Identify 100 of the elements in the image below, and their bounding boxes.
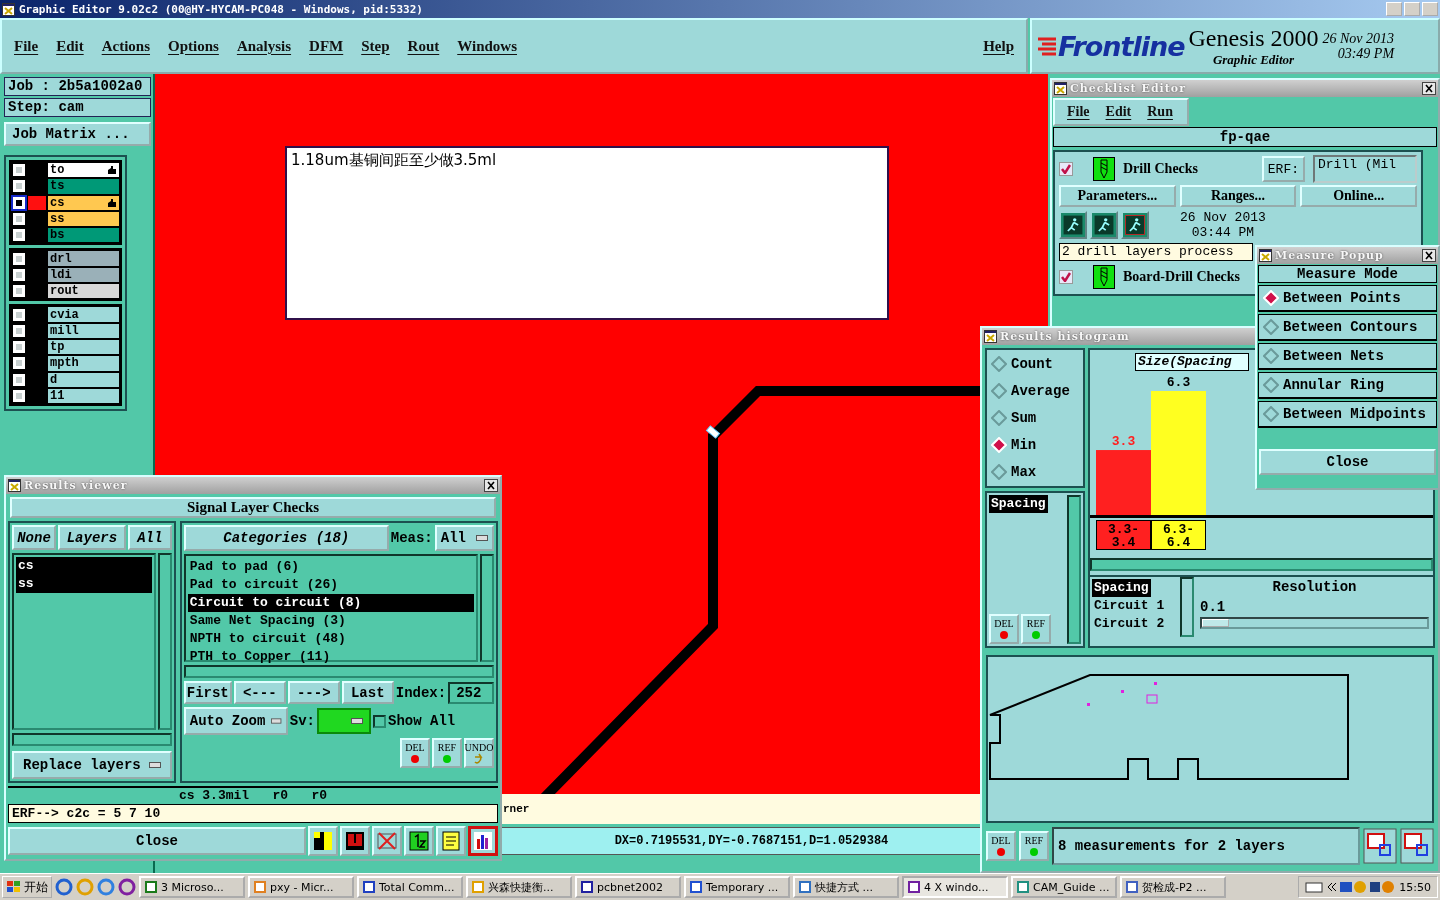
filter-button[interactable]: Layers [58, 525, 126, 551]
layer-list-item[interactable]: ss [16, 575, 152, 594]
action-button[interactable]: DEL [986, 831, 1016, 861]
legend-item[interactable]: Circuit 2 [1092, 615, 1167, 633]
menu-item[interactable]: Options [168, 37, 219, 55]
layer-name[interactable]: to [47, 162, 120, 179]
close-icon[interactable] [484, 479, 498, 492]
menu-item[interactable]: DFM [309, 37, 344, 55]
action-button[interactable]: DEL [989, 614, 1019, 644]
categories-button[interactable]: Categories (18) [183, 525, 389, 552]
navigation-button[interactable]: Last [341, 681, 394, 705]
taskbar-button[interactable]: pcbnet2002 [575, 876, 681, 898]
action-button[interactable]: REF [432, 738, 462, 769]
navigation-button[interactable]: <--- [233, 681, 286, 705]
menu-item[interactable]: Step [361, 37, 390, 55]
quick-launch-icon[interactable] [118, 878, 136, 896]
action-button[interactable]: DEL [400, 738, 430, 769]
menu-item[interactable]: File [1067, 104, 1090, 120]
quick-launch-icon[interactable] [55, 878, 73, 896]
navigation-button[interactable]: ---> [287, 681, 340, 705]
close-icon[interactable] [1422, 249, 1436, 262]
runner-icon[interactable] [1059, 211, 1087, 239]
runner-icon[interactable] [1121, 211, 1149, 239]
action-button[interactable]: REF [1019, 831, 1049, 861]
scrollbar[interactable] [12, 733, 172, 747]
taskbar-button[interactable]: 兴森快捷衡... [466, 876, 572, 898]
menu-item[interactable]: Analysis [236, 37, 292, 55]
slider-thumb[interactable] [1202, 619, 1229, 627]
menu-item[interactable]: Rout [407, 37, 440, 55]
window-icon[interactable] [1054, 82, 1067, 95]
close-button[interactable]: Close [1259, 449, 1436, 475]
layer-checkbox[interactable] [11, 306, 27, 323]
scrollbar[interactable] [1067, 495, 1081, 644]
checklist-header-button[interactable]: Signal Layer Checks [10, 497, 496, 519]
layer-checkbox[interactable] [11, 283, 27, 300]
checkbox[interactable] [373, 714, 386, 728]
menu-item[interactable]: Run [1147, 104, 1173, 120]
close-button[interactable]: Close [8, 827, 306, 855]
scrollbar[interactable] [1090, 558, 1433, 571]
radio-button[interactable] [991, 410, 1007, 426]
menu-item[interactable]: File [14, 37, 39, 55]
erf-button[interactable]: ERF: [1261, 156, 1305, 182]
menu-item[interactable]: Windows [457, 37, 517, 55]
layer-name[interactable]: cvia [47, 306, 120, 323]
radio-button[interactable] [1263, 348, 1279, 364]
action-button[interactable]: UNDO [464, 738, 494, 769]
layer-name[interactable]: mpth [47, 355, 120, 372]
zoom-mode-dropdown[interactable]: Auto Zoom [183, 707, 288, 736]
radio-button[interactable] [991, 383, 1007, 399]
filter-button[interactable]: All [127, 525, 172, 551]
toolbar-icon[interactable] [468, 826, 498, 856]
quick-launch-icon[interactable] [97, 878, 115, 896]
action-button[interactable]: REF [1021, 614, 1051, 644]
navigation-button[interactable]: First [183, 681, 232, 705]
taskbar-button[interactable]: 4 X windo... [902, 876, 1008, 898]
close-icon[interactable] [1422, 82, 1436, 95]
menu-item[interactable]: Edit [1105, 104, 1132, 120]
check-action-button[interactable]: Online... [1300, 185, 1417, 207]
layer-list-item[interactable]: cs [16, 557, 152, 576]
zoom-window-icon[interactable] [1363, 828, 1397, 864]
index-field[interactable]: 252 [448, 681, 494, 704]
taskbar-button[interactable]: 贺检成-P2 ... [1120, 876, 1226, 898]
scrollbar[interactable] [157, 553, 172, 731]
check-checkbox[interactable] [1059, 162, 1073, 176]
layer-name[interactable]: ts [47, 178, 120, 195]
taskbar-button[interactable]: pxy - Micr... [248, 876, 354, 898]
window-icon[interactable] [984, 330, 997, 343]
category-item[interactable]: Pad to circuit (26) [187, 576, 474, 595]
check-checkbox[interactable] [1059, 270, 1073, 284]
taskbar-button[interactable]: 3 Microso... [139, 876, 245, 898]
meas-dropdown[interactable]: All [434, 525, 494, 552]
severity-dropdown[interactable] [317, 708, 371, 735]
start-button[interactable]: 开始 [2, 876, 52, 898]
scrollbar[interactable] [480, 554, 494, 663]
menu-item[interactable]: Edit [56, 37, 84, 55]
taskbar-button[interactable]: CAM_Guide ... [1011, 876, 1117, 898]
taskbar-button[interactable]: Temporary ... [684, 876, 790, 898]
field-list-item[interactable]: Spacing [989, 495, 1048, 513]
category-item[interactable]: Pad to pad (6) [187, 558, 474, 577]
keyboard-icon[interactable] [1305, 881, 1324, 893]
menu-item[interactable]: Help [983, 37, 1014, 55]
taskbar-button[interactable]: 快捷方式 ... [793, 876, 899, 898]
layer-name[interactable]: bs [47, 227, 120, 244]
layer-checkbox[interactable] [11, 162, 27, 179]
radio-button[interactable] [1263, 406, 1279, 422]
category-item[interactable]: NPTH to circuit (48) [187, 630, 474, 649]
window-icon[interactable] [2, 2, 15, 16]
zoom-window-icon[interactable] [1400, 828, 1434, 864]
layer-name[interactable]: rout [47, 283, 120, 300]
layer-checkbox[interactable] [11, 355, 27, 372]
category-item[interactable]: Same Net Spacing (3) [187, 612, 474, 631]
layer-checkbox[interactable] [11, 227, 27, 244]
category-item[interactable]: PTH to Copper (11) [187, 648, 474, 667]
radio-button[interactable] [1263, 377, 1279, 393]
layer-name[interactable]: drl [47, 250, 120, 267]
runner-icon[interactable] [1090, 211, 1118, 239]
legend-item[interactable]: Circuit 1 [1092, 597, 1167, 615]
radio-button[interactable] [1263, 319, 1279, 335]
layer-checkbox[interactable] [11, 250, 27, 267]
filter-button[interactable]: None [12, 525, 56, 551]
